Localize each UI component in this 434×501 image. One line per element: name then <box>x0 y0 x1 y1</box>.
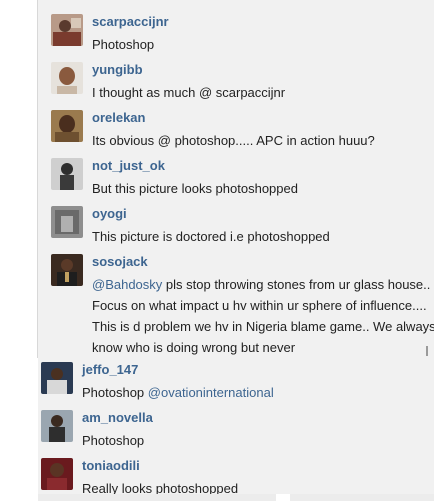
scrollbar[interactable] <box>424 346 430 358</box>
comment-text: This picture is doctored i.e photoshoppe… <box>92 229 330 244</box>
comment-text: @Bahdosky pls stop throwing stones from … <box>92 274 434 358</box>
comment-username[interactable]: orelekan <box>92 110 145 125</box>
avatar-jeffo-147[interactable] <box>41 362 73 394</box>
avatar-not-just-ok[interactable] <box>51 158 83 190</box>
comment-text: Its obvious @ photoshop..... APC in acti… <box>92 133 375 148</box>
comment-text: Photoshop @ovationinternational <box>82 382 427 403</box>
avatar-orelekan[interactable] <box>51 110 83 142</box>
comment-username[interactable]: yungibb <box>92 62 143 77</box>
comment-username[interactable]: toniaodili <box>82 458 140 473</box>
avatar-am-novella[interactable] <box>41 410 73 442</box>
comment-text: But this picture looks photoshopped <box>92 181 298 196</box>
comment-username[interactable]: jeffo_147 <box>82 362 138 377</box>
comment-username[interactable]: oyogi <box>92 206 127 221</box>
comment-mention[interactable]: @ovationinternational <box>148 385 274 400</box>
comment-username[interactable]: sosojack <box>92 254 148 269</box>
avatar-oyogi[interactable] <box>51 206 83 238</box>
comments-scroll-area[interactable]: scarpaccijnr Photoshop yungibb I thought… <box>38 0 434 358</box>
avatar-yungibb[interactable] <box>51 62 83 94</box>
avatar-sosojack[interactable] <box>51 254 83 286</box>
avatar-scarpaccijnr[interactable] <box>51 14 83 46</box>
comment-text: Photoshop <box>92 37 155 52</box>
avatar-toniaodili[interactable] <box>41 458 73 490</box>
comment-text: Photoshop <box>82 433 145 448</box>
comment-text-body: Photoshop <box>82 385 148 400</box>
comment-username[interactable]: not_just_ok <box>92 158 165 173</box>
comment-text: I thought as much @ scarpaccijnr <box>92 85 286 100</box>
scrollbar-thumb[interactable] <box>426 346 428 356</box>
comment-mention[interactable]: @Bahdosky <box>92 277 162 292</box>
comment-username[interactable]: am_novella <box>82 410 153 425</box>
comment-username[interactable]: scarpaccijnr <box>92 14 169 29</box>
panel-bottom-notch <box>276 494 290 501</box>
panel-bottom-edge <box>38 494 434 501</box>
